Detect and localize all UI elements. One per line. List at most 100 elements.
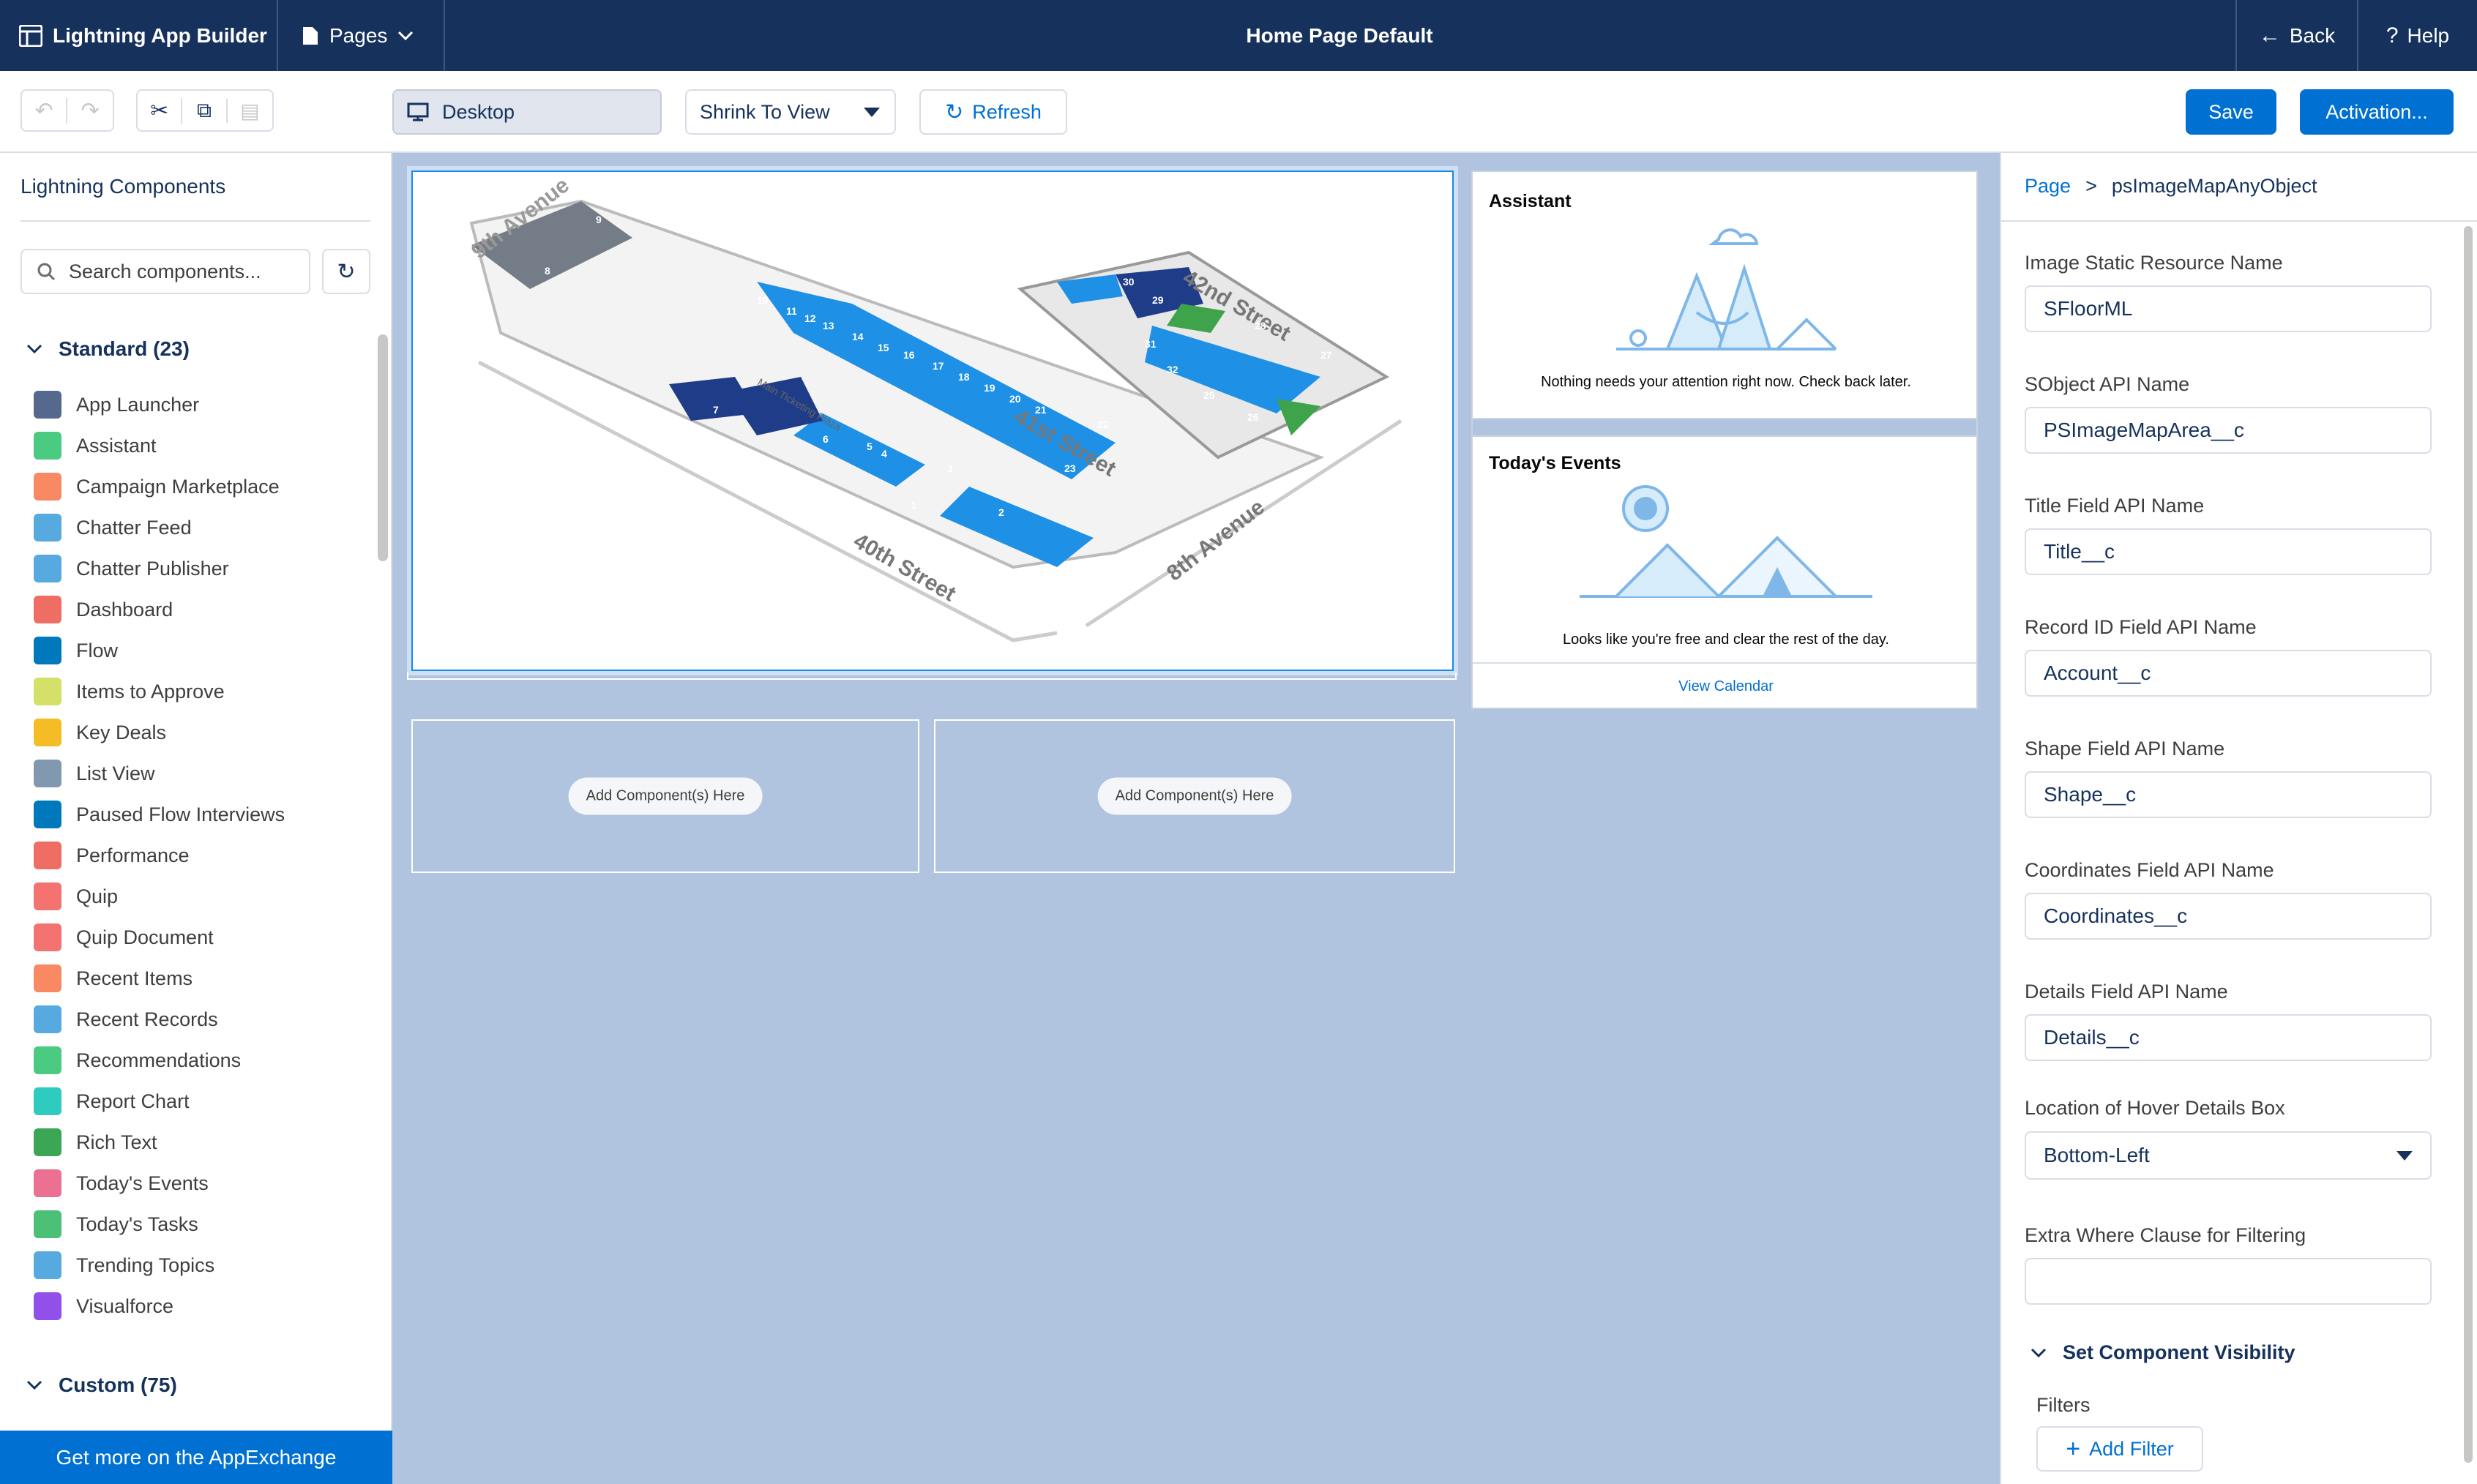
- add-component-button[interactable]: Add Component(s) Here: [568, 777, 763, 815]
- map-unit-label[interactable]: 14: [852, 331, 864, 342]
- refresh-components-button[interactable]: ↻: [322, 249, 370, 294]
- component-item[interactable]: Today's Tasks: [34, 1210, 198, 1239]
- visibility-section-toggle[interactable]: Set Component Visibility: [2030, 1341, 2295, 1364]
- component-item[interactable]: Visualforce: [34, 1292, 173, 1321]
- map-unit-label[interactable]: 8: [545, 265, 550, 277]
- component-item[interactable]: Dashboard: [34, 595, 173, 624]
- map-unit-label[interactable]: 17: [933, 360, 944, 372]
- redo-icon[interactable]: ↷: [67, 98, 113, 124]
- map-unit-label[interactable]: 1: [911, 499, 916, 511]
- map-unit-label[interactable]: 30: [1123, 276, 1135, 288]
- cut-icon[interactable]: ✂: [138, 97, 183, 124]
- component-item[interactable]: Recent Records: [34, 1005, 218, 1034]
- map-unit-label[interactable]: 19: [984, 382, 995, 394]
- property-input[interactable]: Title__c: [2025, 528, 2432, 575]
- save-button[interactable]: Save: [2186, 89, 2276, 135]
- map-unit-label[interactable]: 18: [958, 371, 970, 383]
- back-button[interactable]: ← Back: [2235, 0, 2358, 71]
- map-unit-label[interactable]: 22: [1097, 419, 1109, 430]
- component-item[interactable]: Performance: [34, 841, 190, 870]
- map-unit-label[interactable]: 16: [903, 349, 915, 361]
- map-unit-label[interactable]: 31: [1145, 338, 1157, 350]
- map-unit-label[interactable]: 25: [1203, 389, 1215, 401]
- map-unit-label[interactable]: 10: [757, 294, 769, 306]
- map-unit-label[interactable]: 20: [1009, 393, 1021, 405]
- flow-icon: [34, 801, 61, 828]
- component-item[interactable]: Quip: [34, 882, 118, 911]
- map-unit-label[interactable]: 2: [998, 506, 1004, 518]
- component-item[interactable]: Quip Document: [34, 923, 214, 952]
- device-label: Desktop: [442, 100, 515, 123]
- image-map-component[interactable]: 9th Avenue 42nd Street 41st Street 40th …: [411, 170, 1454, 671]
- floor-map[interactable]: 9th Avenue 42nd Street 41st Street 40th …: [413, 172, 1452, 670]
- component-item[interactable]: Flow: [34, 636, 118, 665]
- empty-region-right[interactable]: Add Component(s) Here: [934, 719, 1455, 873]
- property-label: Title Field API Name: [2025, 495, 2205, 517]
- custom-section-toggle[interactable]: Custom (75): [26, 1374, 177, 1397]
- component-item[interactable]: Recent Items: [34, 964, 193, 993]
- scrollbar-thumb[interactable]: [2464, 226, 2473, 1463]
- map-unit-label[interactable]: 11: [786, 305, 797, 317]
- component-item[interactable]: Chatter Publisher: [34, 554, 229, 583]
- map-unit-label[interactable]: 26: [1247, 411, 1259, 423]
- refresh-button[interactable]: ↻ Refresh: [919, 89, 1067, 135]
- property-input[interactable]: Account__c: [2025, 650, 2432, 697]
- component-item[interactable]: Campaign Marketplace: [34, 472, 280, 501]
- standard-section-toggle[interactable]: Standard (23): [26, 337, 190, 361]
- extra-where-input[interactable]: [2025, 1258, 2432, 1305]
- component-item[interactable]: Key Deals: [34, 718, 166, 747]
- breadcrumb-page-link[interactable]: Page: [2025, 175, 2071, 198]
- map-unit-label[interactable]: 21: [1035, 404, 1047, 416]
- activation-button[interactable]: Activation...: [2300, 89, 2454, 135]
- search-input[interactable]: Search components...: [20, 249, 310, 294]
- pages-menu[interactable]: Pages: [278, 0, 445, 71]
- component-item[interactable]: Assistant: [34, 431, 157, 460]
- undo-icon[interactable]: ↶: [22, 97, 68, 124]
- map-unit-label[interactable]: 12: [804, 312, 816, 324]
- component-item[interactable]: Chatter Feed: [34, 513, 192, 542]
- add-filter-label: Add Filter: [2089, 1437, 2174, 1460]
- map-unit-label[interactable]: 6: [823, 433, 829, 445]
- map-unit-label[interactable]: 4: [881, 448, 887, 460]
- scrollbar-thumb[interactable]: [378, 334, 388, 561]
- help-button[interactable]: ? Help: [2358, 0, 2477, 71]
- property-input[interactable]: Details__c: [2025, 1014, 2432, 1061]
- component-item[interactable]: Items to Approve: [34, 677, 225, 706]
- component-item[interactable]: List View: [34, 759, 155, 788]
- clock-icon: [34, 964, 61, 992]
- paste-icon[interactable]: ▤: [228, 99, 272, 123]
- component-item[interactable]: Today's Events: [34, 1169, 209, 1198]
- empty-region-left[interactable]: Add Component(s) Here: [411, 719, 919, 873]
- device-select[interactable]: Desktop: [392, 89, 662, 135]
- map-unit-label[interactable]: 27: [1320, 349, 1332, 361]
- property-input[interactable]: SFloorML: [2025, 285, 2432, 332]
- copy-icon[interactable]: ⧉: [182, 98, 228, 123]
- hover-location-select[interactable]: Bottom-Left: [2025, 1131, 2432, 1180]
- map-unit-label[interactable]: 28: [1255, 320, 1266, 331]
- add-filter-button[interactable]: + Add Filter: [2036, 1426, 2203, 1472]
- map-unit-label[interactable]: 7: [713, 404, 719, 416]
- component-label: Key Deals: [76, 721, 167, 743]
- property-input[interactable]: Coordinates__c: [2025, 893, 2432, 940]
- view-calendar-link[interactable]: View Calendar: [1473, 678, 1979, 695]
- component-item[interactable]: Report Chart: [34, 1087, 190, 1116]
- map-unit-label[interactable]: 32: [1167, 364, 1178, 375]
- map-unit-label[interactable]: 13: [823, 320, 834, 331]
- component-item[interactable]: Trending Topics: [34, 1251, 214, 1280]
- map-unit-label[interactable]: 5: [867, 441, 873, 452]
- map-unit-label[interactable]: 29: [1152, 294, 1164, 306]
- property-input[interactable]: PSImageMapArea__c: [2025, 407, 2432, 454]
- zoom-select[interactable]: Shrink To View: [685, 89, 896, 135]
- component-item[interactable]: Paused Flow Interviews: [34, 800, 285, 829]
- add-component-button[interactable]: Add Component(s) Here: [1097, 777, 1292, 815]
- appexchange-link[interactable]: Get more on the AppExchange: [0, 1431, 392, 1484]
- component-item[interactable]: App Launcher: [34, 390, 199, 419]
- search-icon: [37, 263, 56, 281]
- map-unit-label[interactable]: 23: [1064, 462, 1076, 474]
- component-item[interactable]: Rich Text: [34, 1128, 157, 1157]
- map-unit-label[interactable]: 9: [596, 214, 602, 225]
- component-item[interactable]: Recommendations: [34, 1046, 241, 1075]
- property-input[interactable]: Shape__c: [2025, 771, 2432, 818]
- map-unit-label[interactable]: 3: [947, 462, 953, 474]
- map-unit-label[interactable]: 15: [878, 342, 889, 353]
